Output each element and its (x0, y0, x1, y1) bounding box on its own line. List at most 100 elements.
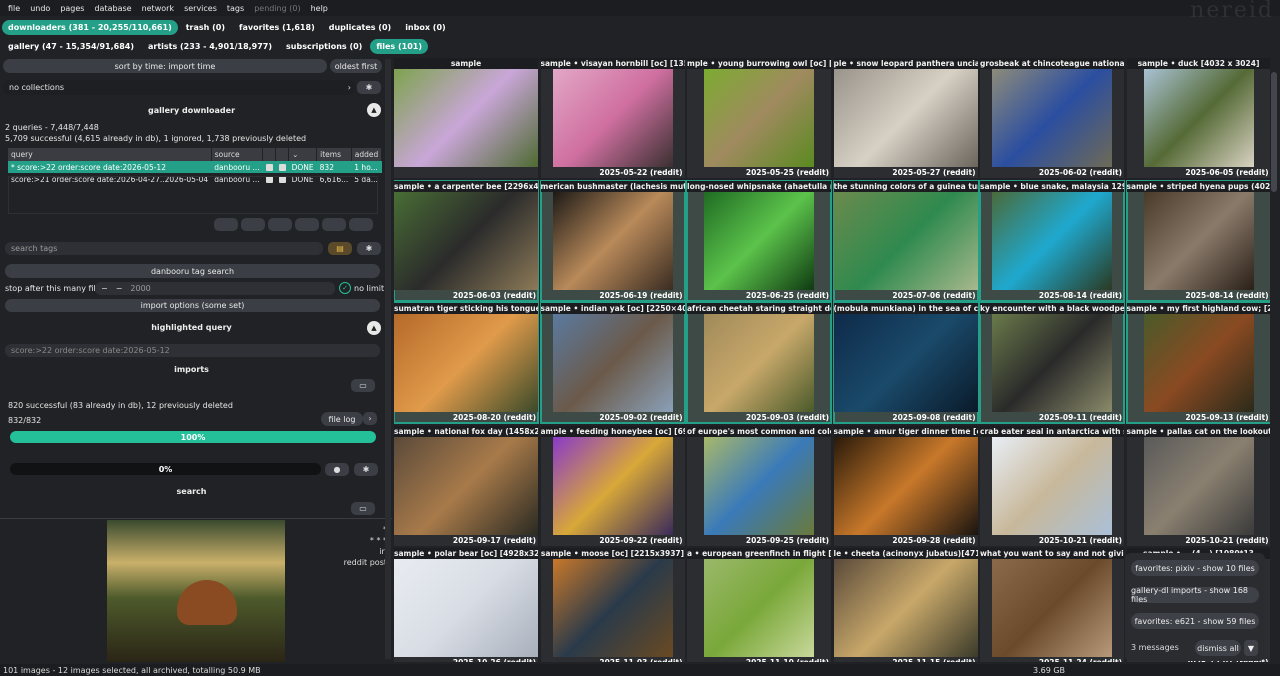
tab-subscriptions[interactable]: subscriptions (0) (280, 39, 368, 54)
menu-services[interactable]: services (184, 4, 217, 13)
stop-after-field[interactable]: − −2000 (95, 282, 335, 295)
thumbnail-tile[interactable]: a • european greenfinch in flight [2718x… (687, 548, 831, 662)
col-status[interactable]: ⌄ (288, 148, 318, 161)
tab-duplicates[interactable]: duplicates (0) (323, 20, 397, 35)
sort-order-button[interactable]: oldest first (330, 59, 382, 73)
thumbnail-tile[interactable]: mple • young burrowing owl [oc] [5800x38… (687, 58, 831, 178)
list-icon[interactable] (214, 218, 238, 231)
window-icon[interactable]: ▭ (351, 502, 375, 515)
thumbnail-tile[interactable]: sample • duck [4032 x 3024] 2025-06-05 (r… (1126, 58, 1270, 178)
tab-favorites[interactable]: favorites (1,618) (233, 20, 321, 35)
search-tags-input[interactable]: search tags (5, 242, 323, 255)
thumbnail-tile[interactable]: sample • striped hyena pups (4024x3219) … (1125, 179, 1270, 302)
import-options-button[interactable]: import options (some set) (5, 299, 380, 312)
collapse-icon[interactable]: ▲ (367, 103, 381, 117)
trash-icon[interactable] (349, 218, 373, 231)
search-progress-bar: 0% (10, 463, 321, 475)
tab-artists[interactable]: artists (233 - 4,901/18,977) (142, 39, 278, 54)
table-row[interactable]: * score:>22 order:score date:2026-05-12 … (8, 161, 382, 173)
window-icon[interactable]: ▭ (351, 379, 375, 392)
thumbnail-tile[interactable]: sample • amur tiger dinner time [oc] [33… (833, 425, 978, 546)
tab-trash[interactable]: trash (0) (180, 20, 231, 35)
chevron-down-icon[interactable]: ▼ (1244, 640, 1258, 656)
col-source[interactable]: source (211, 148, 264, 161)
thumbnail-image (992, 436, 1112, 535)
chevron-right-icon[interactable]: › (363, 412, 377, 425)
window-icon[interactable] (241, 218, 265, 231)
row-check[interactable] (275, 161, 289, 173)
thumbnail-tile[interactable]: sample • my first highland cow; [2603 x … (1125, 302, 1270, 424)
thumbnail-tile[interactable]: le • cheeta (acinonyx jubatus)[4718 x 31… (833, 548, 978, 662)
col-query[interactable]: query (8, 148, 212, 161)
thumbnail-tile[interactable]: sample • visayan hornbill [oc] [1350x135… (540, 58, 685, 178)
collections-dropdown[interactable]: no collections › (3, 80, 355, 95)
menu-pending[interactable]: pending (0) (254, 4, 300, 13)
thumbnail-title: what you want to say and not giving a da… (980, 548, 1124, 559)
menu-undo[interactable]: undo (30, 4, 50, 13)
tab-files[interactable]: files (101) (370, 39, 428, 54)
tab-downloaders[interactable]: downloaders (381 - 20,255/110,661) (2, 19, 178, 35)
thumbnail-tile[interactable]: sample • moose [oc] [2215x3937] 2025-11-0… (540, 548, 685, 662)
left-scrollbar[interactable] (385, 59, 391, 659)
menu-pages[interactable]: pages (60, 4, 84, 13)
menu-network[interactable]: network (142, 4, 175, 13)
menu-bar: file undo pages database network service… (0, 0, 1280, 23)
dismiss-all-button[interactable]: dismiss all (1195, 640, 1241, 656)
preview-image[interactable] (107, 520, 285, 662)
chevron-right-icon: › (347, 83, 351, 92)
thumbnail-tile[interactable]: sumatran tiger sticking his tongue out.[… (394, 302, 539, 424)
file-log-button[interactable]: file log (321, 412, 363, 426)
menu-file[interactable]: file (8, 4, 20, 13)
col-added[interactable]: added (351, 148, 383, 161)
thumbnail-tile[interactable]: ple • snow leopard panthera uncia [3497x… (833, 58, 978, 178)
thumbnail-tile[interactable]: crab eater seal in antarctica with scars… (980, 425, 1124, 546)
thumbnail-image (552, 69, 673, 167)
check-icon[interactable]: ✓ (339, 282, 351, 294)
paste-icon[interactable]: ▤ (328, 242, 352, 255)
row-check[interactable] (262, 161, 276, 173)
thumbnail-tile[interactable]: sample • a carpenter bee [2296x4080] 2025… (394, 179, 539, 302)
thumbnail-tile[interactable]: sample (394, 58, 538, 178)
thumbnail-tile[interactable]: sample • national fox day (1458x2048) 202… (394, 425, 538, 546)
gear-icon[interactable]: ✱ (354, 463, 378, 476)
thumbnail-tile[interactable]: merican bushmaster (lachesis muta) in su… (539, 179, 686, 302)
thumbnail-tile[interactable]: the stunning colors of a guinea turaco [… (832, 179, 979, 302)
thumbnail-tile[interactable]: (mobula munkiana) in the sea of cortez o… (832, 302, 979, 424)
thumbnail-title: sample • striped hyena pups (4024x3219) … (1126, 180, 1270, 192)
thumbnail-tile[interactable]: long-nosed whipsnake (ahaetulla nasuta) … (686, 179, 832, 302)
thumbnail-tile[interactable]: ample • feeding honeybee [oc] [6960x4640… (540, 425, 685, 546)
duplicate-icon[interactable] (295, 218, 319, 231)
thumbnail-tile[interactable]: sample • indian yak [oc] [2250×4000] 2025… (539, 302, 686, 424)
gear-icon[interactable]: ✱ (357, 81, 381, 94)
tab-gallery[interactable]: gallery (47 - 15,354/91,684) (2, 39, 140, 54)
thumbnail-image (992, 314, 1112, 412)
col-blank-2[interactable] (275, 148, 290, 161)
copy-icon[interactable] (268, 218, 292, 231)
col-blank-1[interactable] (262, 148, 277, 161)
scroll-thumb[interactable] (1271, 72, 1277, 192)
menu-tags[interactable]: tags (227, 4, 244, 13)
popup-button-e621[interactable]: favorites: e621 - show 59 files (1131, 613, 1259, 629)
sort-by-button[interactable]: sort by time: import time (3, 59, 327, 73)
thumbnail-tile[interactable]: grosbeak at chincoteague national wildli… (980, 58, 1124, 178)
thumbnail-tile[interactable]: african cheetah staring straight down th… (686, 302, 832, 424)
menu-help[interactable]: help (311, 4, 328, 13)
tab-inbox[interactable]: inbox (0) (399, 20, 451, 35)
retry-icon[interactable] (322, 218, 346, 231)
thumbnail-tile[interactable]: ky encounter with a black woodpecker [oc… (979, 302, 1125, 424)
col-items[interactable]: items (316, 148, 352, 161)
thumbnail-tile[interactable]: of europe's most common and colorful so 2… (687, 425, 831, 546)
tag-search-button[interactable]: danbooru tag search (5, 264, 380, 278)
menu-database[interactable]: database (94, 4, 131, 13)
thumbnail-tile[interactable]: sample • polar bear [oc] [4928x3264 2025-… (394, 548, 538, 662)
highlighted-query-field: score:>22 order:score date:2026-05-12 (5, 344, 380, 357)
thumbnail-tile[interactable]: sample • pallas cat on the lookout [oc][… (1126, 425, 1270, 546)
grid-scrollbar[interactable] (1270, 58, 1278, 662)
popup-button-pixiv[interactable]: favorites: pixiv - show 10 files (1131, 560, 1259, 576)
gear-icon[interactable]: ✱ (357, 242, 381, 255)
stop-icon[interactable]: ● (325, 463, 349, 476)
thumbnail-tile[interactable]: what you want to say and not giving a da… (980, 548, 1124, 662)
collapse-icon[interactable]: ▲ (367, 321, 381, 335)
popup-button-gallery-dl[interactable]: gallery-dl imports - show 168 files (1131, 586, 1259, 604)
thumbnail-tile[interactable]: sample • blue snake, malaysia 1290x1695 2… (979, 179, 1125, 302)
